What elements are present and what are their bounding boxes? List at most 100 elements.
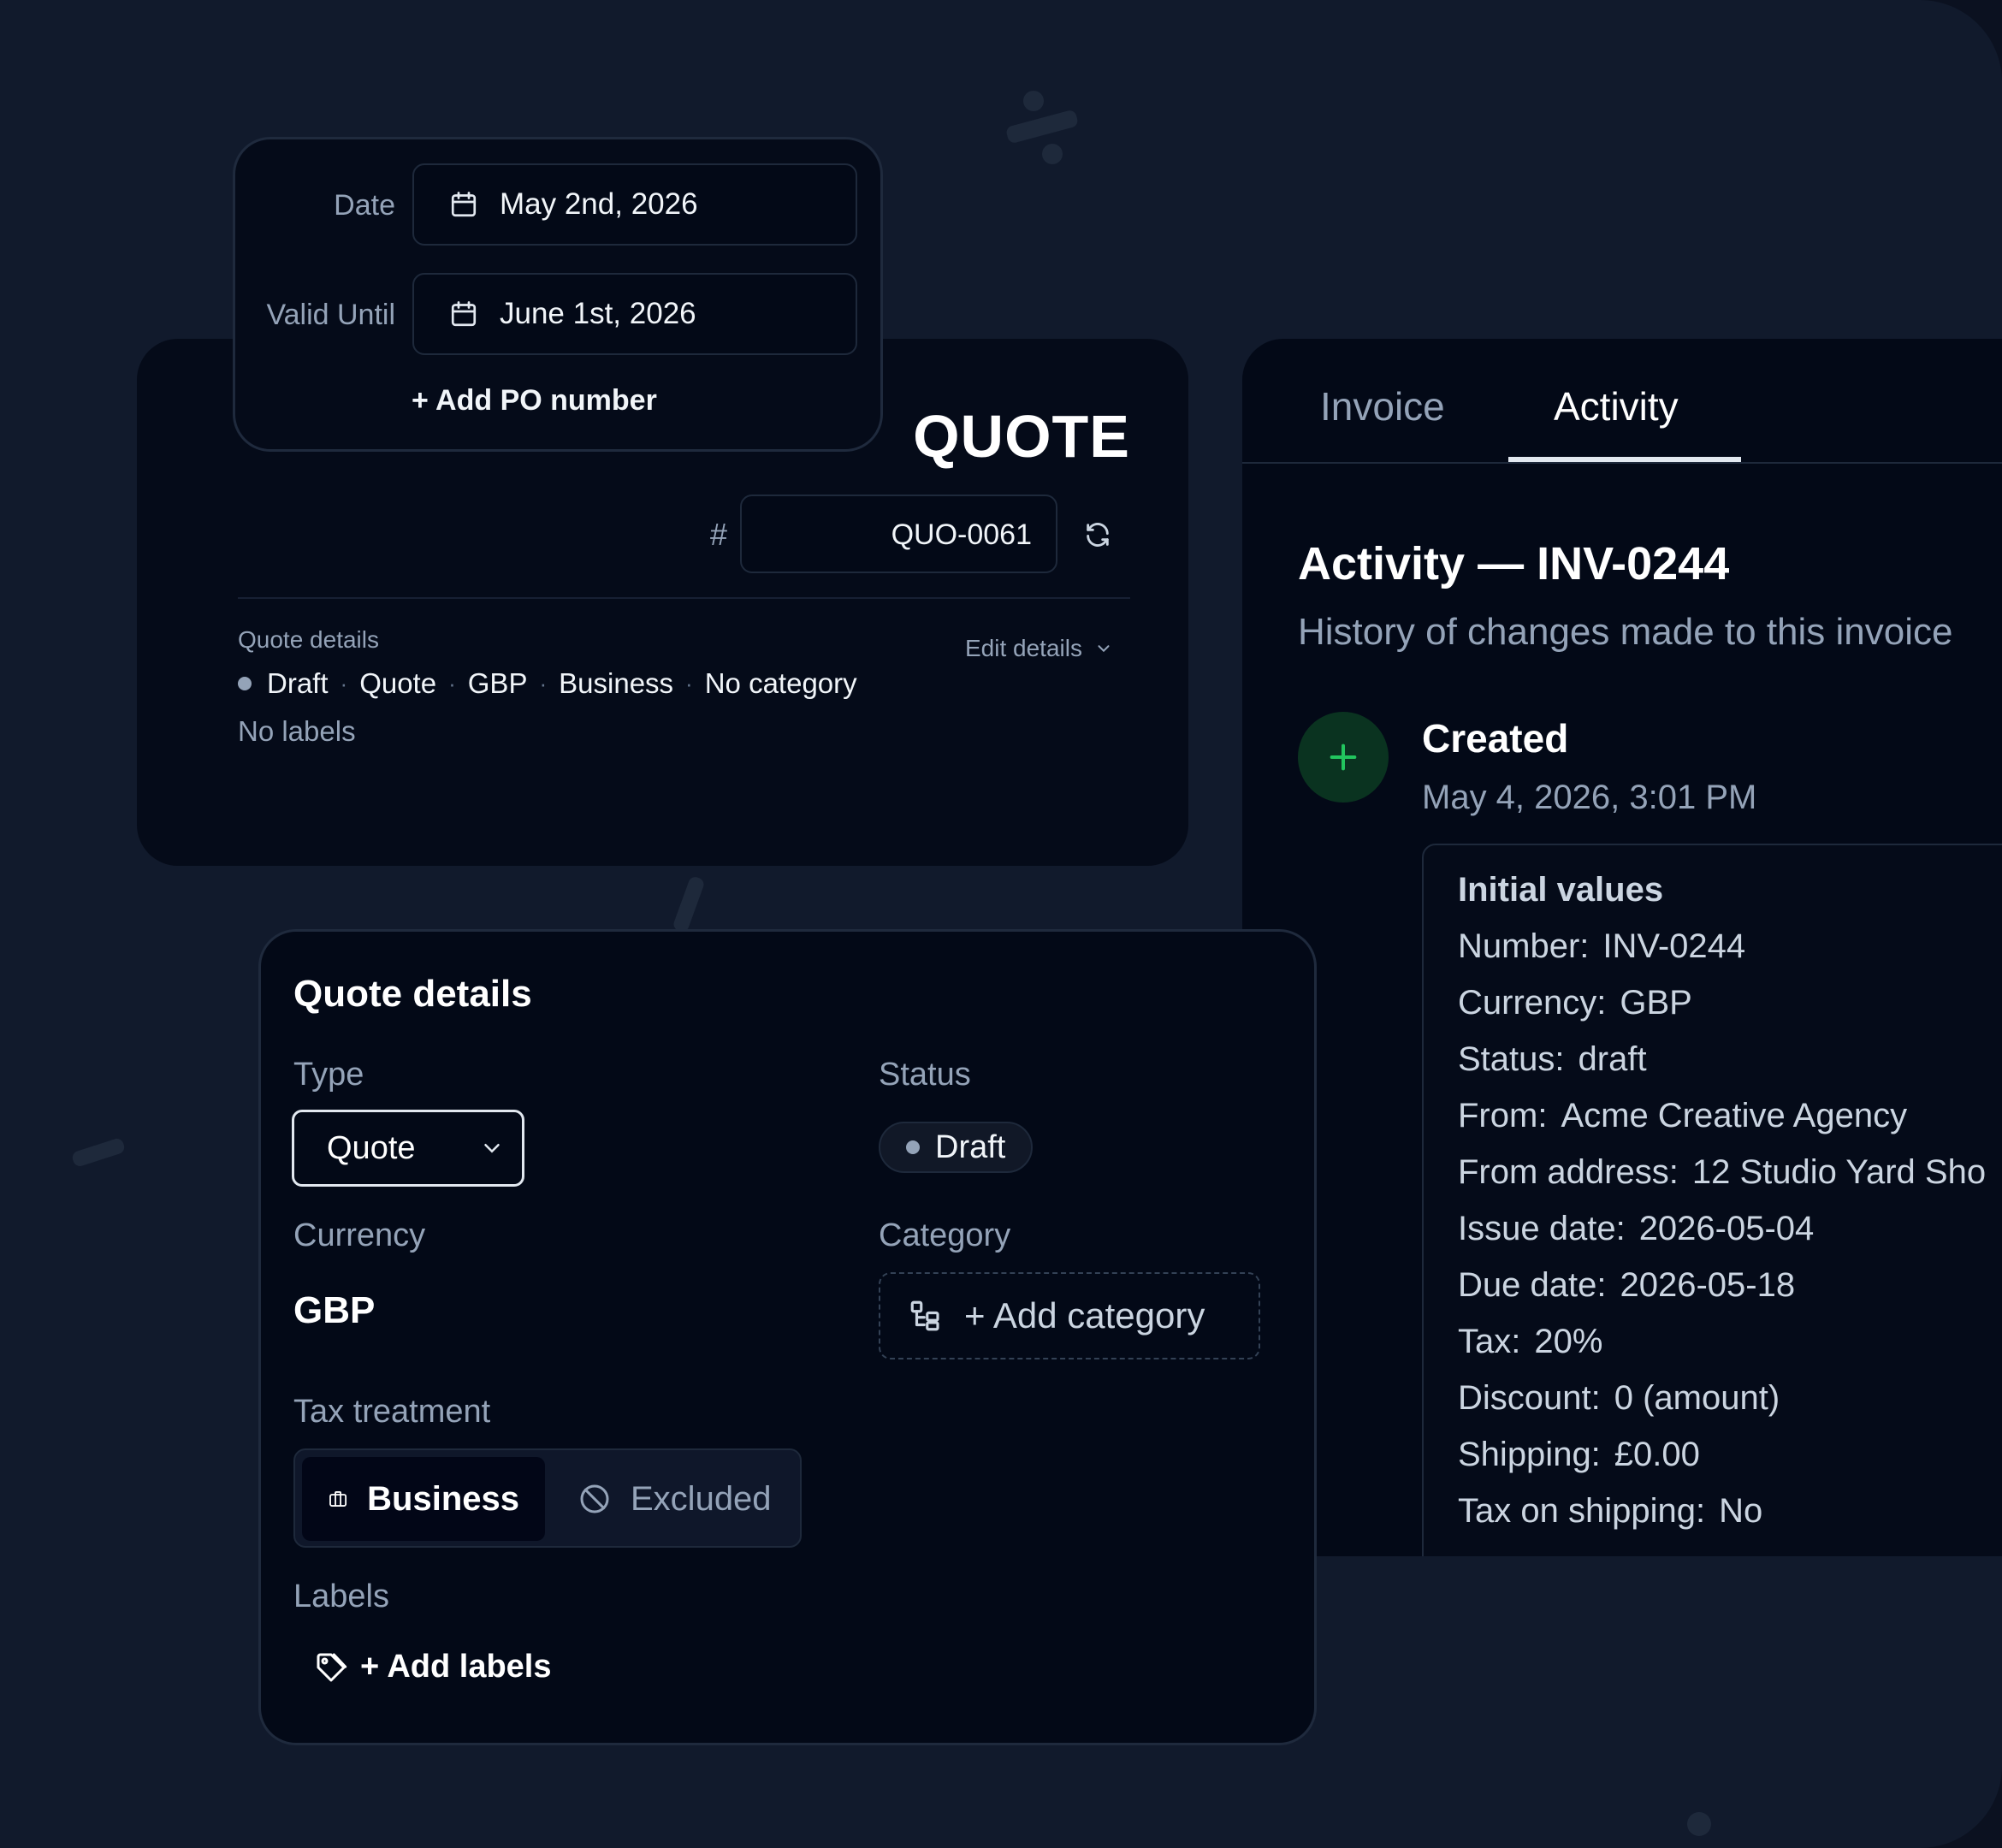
chevron-down-icon: [1098, 645, 1110, 653]
initial-values-list: Number: INV-0244 Currency: GBP Status: draft F…: [1458, 927, 1986, 1549]
initial-value-row: From address: 12 Studio Yard Sho: [1458, 1153, 1986, 1210]
initial-value-row: Number: INV-0244: [1458, 927, 1986, 984]
status-dot: [238, 677, 252, 690]
activity-title: Activity — INV-0244: [1298, 538, 1730, 589]
initial-values-title: Initial values: [1458, 871, 1664, 909]
meta-tax: Business: [559, 667, 674, 699]
tab-bar: Invoice Activity: [1242, 339, 2002, 464]
no-labels-text: No labels: [238, 715, 356, 747]
valid-until-value: June 1st, 2026: [500, 297, 696, 330]
date-picker-field[interactable]: May 2nd, 2026: [412, 163, 857, 246]
type-select-value: Quote: [327, 1129, 416, 1166]
calendar-icon: [451, 301, 477, 327]
tax-treatment-toggle: Business Excluded: [293, 1448, 802, 1548]
initial-value-row: Discount: 0 (amount): [1458, 1379, 1986, 1436]
regenerate-number-button[interactable]: [1078, 515, 1117, 554]
date-row: Date May 2nd, 2026: [235, 163, 880, 246]
valid-until-row: Valid Until June 1st, 2026: [235, 273, 880, 355]
initial-value-value: GBP: [1620, 984, 1692, 1022]
quote-title: QUOTE: [913, 403, 1130, 470]
refresh-icon: [1087, 523, 1109, 547]
tag-icon: [317, 1653, 347, 1681]
add-po-number-button[interactable]: + Add PO number: [412, 384, 657, 418]
plus-icon: [1330, 743, 1357, 771]
meta-separator: ·: [685, 670, 693, 696]
divider: [238, 597, 1130, 599]
meta-status: Draft: [267, 667, 329, 699]
tab-invoice[interactable]: Invoice: [1320, 383, 1445, 429]
status-dot: [906, 1140, 920, 1154]
calendar-icon: [451, 192, 477, 217]
briefcase-icon: [329, 1491, 347, 1507]
date-label: Date: [334, 189, 395, 222]
type-label: Type: [293, 1057, 364, 1093]
meta-separator: ·: [340, 670, 348, 696]
valid-until-picker-field[interactable]: June 1st, 2026: [412, 273, 857, 355]
event-title: Created: [1422, 716, 1569, 761]
initial-value-value: draft: [1578, 1040, 1647, 1078]
initial-value-key: Status:: [1458, 1040, 1565, 1078]
initial-value-value: INV-0244: [1602, 927, 1746, 965]
valid-until-label: Valid Until: [266, 299, 395, 331]
decor-dot: [1023, 91, 1044, 111]
decor-dash: [1004, 109, 1080, 145]
tax-option-excluded[interactable]: Excluded: [552, 1457, 797, 1541]
quote-number-input[interactable]: QUO-0061: [740, 495, 1057, 573]
initial-value-key: Due date:: [1458, 1266, 1607, 1304]
meta-currency: GBP: [467, 667, 528, 699]
initial-value-value: 12 Studio Yard Sho: [1691, 1153, 1987, 1191]
initial-value-value: No: [1719, 1492, 1763, 1530]
add-labels-label: + Add labels: [360, 1649, 552, 1685]
initial-value-key: Currency:: [1458, 984, 1607, 1022]
currency-value: GBP: [293, 1289, 376, 1331]
initial-value-value: 0 (amount): [1614, 1379, 1780, 1417]
type-select[interactable]: Quote: [292, 1110, 524, 1187]
tab-activity[interactable]: Activity: [1554, 383, 1679, 429]
initial-value-row: Tax: 20%: [1458, 1323, 1986, 1379]
category-label: Category: [879, 1217, 1011, 1253]
meta-type: Quote: [359, 667, 437, 699]
initial-value-value: Acme Creative Agency: [1561, 1097, 1908, 1134]
decor-dot: [1042, 144, 1063, 164]
initial-values-box: Initial values Number: INV-0244 Currency: G…: [1422, 844, 2002, 1556]
meta-separator: ·: [539, 670, 548, 696]
quote-details-card: Quote details Type Quote Status Draft Cu…: [258, 929, 1317, 1745]
tax-option-business[interactable]: Business: [302, 1457, 545, 1541]
quote-details-label: Quote details: [238, 626, 379, 653]
date-value: May 2nd, 2026: [500, 187, 698, 221]
active-tab-indicator: [1508, 457, 1741, 462]
quote-meta-summary: Draft · Quote · GBP · Business · No cate…: [238, 667, 857, 700]
add-labels-button[interactable]: + Add labels: [314, 1649, 552, 1685]
initial-value-row: Currency: GBP: [1458, 984, 1986, 1040]
initial-value-key: Tax on shipping:: [1458, 1492, 1706, 1530]
edit-details-button[interactable]: Edit details: [965, 635, 1113, 662]
status-value: Draft: [935, 1128, 1006, 1165]
tax-option-business-label: Business: [367, 1479, 519, 1518]
add-category-button[interactable]: + Add category: [879, 1272, 1260, 1359]
initial-value-key: Issue date:: [1458, 1210, 1626, 1247]
initial-value-value: £0.00: [1614, 1436, 1700, 1473]
status-badge: Draft: [879, 1122, 1034, 1173]
background-canvas: QUOTE # QUO-0061 Quote details Edit deta…: [0, 0, 2002, 1848]
tax-treatment-label: Tax treatment: [293, 1394, 491, 1430]
add-category-label: + Add category: [964, 1295, 1205, 1336]
tax-option-excluded-label: Excluded: [631, 1479, 772, 1518]
decor-dot: [1687, 1812, 1711, 1836]
activity-panel: Invoice Activity Activity — INV-0244 His…: [1242, 339, 2002, 1556]
decor-dash: [672, 874, 706, 934]
category-icon: [910, 1300, 939, 1331]
decor-dash: [70, 1136, 127, 1169]
ban-icon: [580, 1484, 609, 1513]
initial-value-key: From address:: [1458, 1153, 1679, 1191]
initial-value-key: Tax:: [1458, 1323, 1521, 1360]
initial-value-value: 2026-05-04: [1638, 1210, 1815, 1247]
initial-value-value: 2026-05-18: [1620, 1266, 1796, 1304]
initial-value-key: Shipping:: [1458, 1436, 1601, 1473]
initial-value-row: Shipping: £0.00: [1458, 1436, 1986, 1492]
created-event-badge: [1298, 712, 1389, 803]
event-timestamp: May 4, 2026, 3:01 PM: [1422, 779, 1757, 816]
chevron-down-icon: [484, 1144, 500, 1153]
labels-label: Labels: [293, 1578, 389, 1614]
initial-value-row: Tax on shipping: No: [1458, 1492, 1986, 1549]
status-label: Status: [879, 1057, 971, 1093]
